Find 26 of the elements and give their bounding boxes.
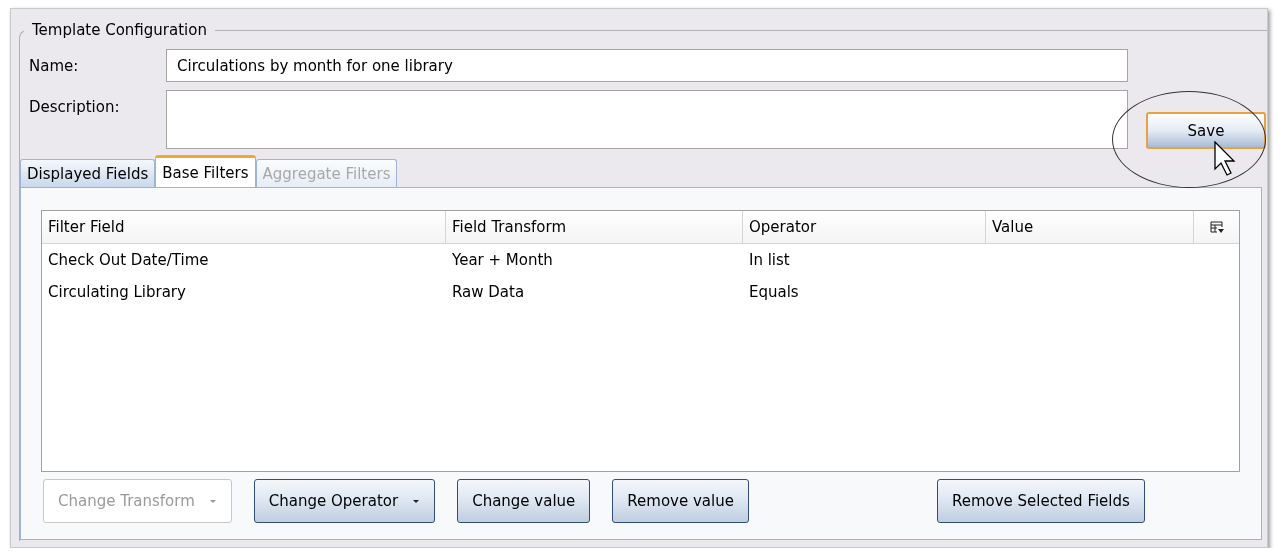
table-cell: Check Out Date/Time [48, 251, 209, 269]
mouse-pointer-icon [1214, 141, 1238, 177]
field-label: Name: [29, 56, 80, 77]
action-button[interactable]: Change Operator [253, 479, 436, 523]
action-button[interactable]: Remove Selected Fields [936, 479, 1145, 523]
column-chooser-icon[interactable] [1209, 220, 1224, 234]
table-cell: Equals [749, 283, 799, 301]
action-button[interactable]: Remove value [612, 479, 749, 523]
field-label: Description: [29, 97, 121, 118]
column-header[interactable]: Value [986, 211, 1194, 244]
table-cell: In list [749, 251, 790, 269]
caret-icon [412, 498, 421, 504]
caret-icon [208, 498, 217, 504]
column-header[interactable]: Field Transform [446, 211, 743, 244]
action-button[interactable]: Change value [457, 479, 591, 523]
table-cell: Year + Month [452, 251, 553, 269]
column-header[interactable]: Filter Field [42, 211, 446, 244]
description-field[interactable] [166, 90, 1128, 149]
column-header[interactable]: Operator [743, 211, 986, 244]
table-cell: Circulating Library [48, 283, 186, 301]
name-field[interactable]: Circulations by month for one library [166, 49, 1128, 82]
save-button[interactable]: Save [1146, 112, 1266, 149]
table-cell: Raw Data [452, 283, 525, 301]
group-title: Template Configuration [31, 21, 208, 39]
tab[interactable]: Displayed Fields [20, 159, 156, 187]
tab[interactable]: Base Filters [155, 155, 256, 187]
